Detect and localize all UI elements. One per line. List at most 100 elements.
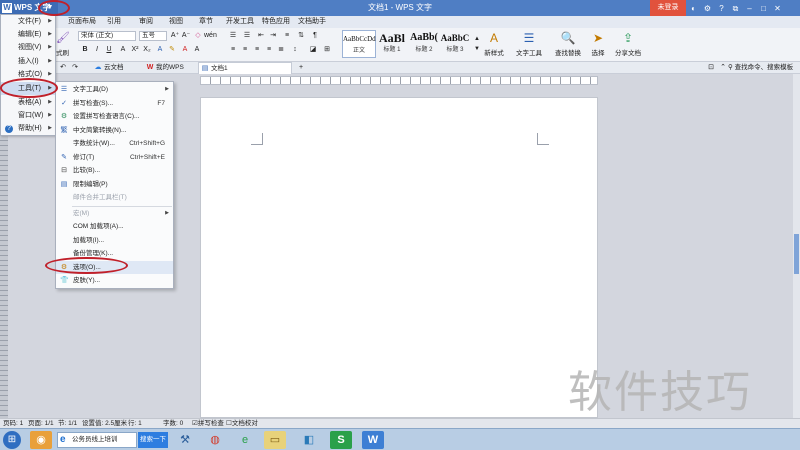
numbering-icon[interactable]: ☰ — [242, 31, 252, 41]
wps-sheet-icon[interactable]: S — [330, 431, 352, 449]
font-size-select[interactable]: 五号 — [139, 31, 167, 41]
shading-icon[interactable]: ◪ — [308, 45, 318, 55]
subscript-icon[interactable]: X₂ — [142, 45, 152, 55]
increase-indent-icon[interactable]: ⇥ — [268, 31, 278, 41]
menu-chinese-convert[interactable]: 繁中文简繁转换(N)... — [56, 124, 173, 137]
save-status-icon[interactable]: ⊡ — [706, 63, 716, 73]
format-painter-icon[interactable]: 🖌 — [56, 31, 70, 44]
tab-chapter[interactable]: 章节 — [192, 16, 220, 28]
collapse-ribbon-icon[interactable]: ⌃ — [718, 63, 728, 73]
share-doc-button[interactable]: ⇪ 分享文档 — [614, 31, 642, 57]
tool-app-icon[interactable]: ⚒ — [174, 431, 196, 449]
tab-page-layout[interactable]: 页面布局 — [64, 16, 100, 28]
italic-icon[interactable]: I — [92, 45, 102, 55]
text-effect-icon[interactable]: A — [155, 45, 165, 55]
select-button[interactable]: ➤ 选择 — [586, 31, 610, 57]
align-right-icon[interactable]: ≡ — [252, 45, 262, 55]
pinyin-icon[interactable]: wén — [204, 31, 217, 41]
sort-icon[interactable]: ⇅ — [296, 31, 306, 41]
tab-document1[interactable]: ▤ 文档1 — [198, 62, 292, 74]
tab-special-apps[interactable]: 特色应用 — [258, 16, 294, 28]
justify-icon[interactable]: ≡ — [264, 45, 274, 55]
text-tools-button[interactable]: ☰ 文字工具 — [512, 31, 546, 57]
scrollbar-thumb[interactable] — [794, 234, 799, 274]
menu-word-count[interactable]: 字数统计(W)... Ctrl+Shift+G — [56, 137, 173, 150]
folder-icon[interactable]: ▭ — [264, 431, 286, 449]
char-border-icon[interactable]: A — [192, 45, 202, 55]
font-name-select[interactable]: 宋体 (正文) — [78, 31, 136, 41]
undo-icon[interactable]: ↶ — [58, 63, 68, 73]
status-doc-check[interactable]: ☐文档校对 — [226, 419, 258, 428]
minimize-icon[interactable]: – — [744, 3, 755, 14]
style-heading-1[interactable]: AaBl 标题 1 — [376, 30, 408, 58]
style-heading-3[interactable]: AaBbC 标题 3 — [440, 30, 470, 58]
command-search[interactable]: ⚲ 查找命令、搜索模板 — [728, 63, 793, 73]
ie-green-icon[interactable]: e — [234, 431, 256, 449]
show-marks-icon[interactable]: ¶ — [310, 31, 320, 41]
tab-my-wps[interactable]: W 我的WPS — [144, 62, 196, 74]
login-button[interactable]: 未登录 — [650, 0, 686, 16]
new-style-button[interactable]: A 新样式 — [480, 31, 508, 57]
bullets-icon[interactable]: ☰ — [228, 31, 238, 41]
menu-window[interactable]: 窗口(W) ▶ — [1, 109, 55, 122]
menu-spell-language[interactable]: ⚙ 设置拼写检查语言(C)... — [56, 110, 173, 123]
media-app-icon[interactable]: ◉ — [30, 431, 52, 449]
menu-com-addins[interactable]: COM 加载项(A)... — [56, 220, 173, 233]
tab-doc-assistant[interactable]: 文档助手 — [294, 16, 330, 28]
menu-help[interactable]: ? 帮助(H) ▶ — [1, 122, 55, 135]
distribute-icon[interactable]: ≣ — [276, 45, 286, 55]
menu-view[interactable]: 视图(V) ▶ — [1, 41, 55, 54]
tab-developer[interactable]: 开发工具 — [222, 16, 258, 28]
tab-view[interactable]: 视图 — [162, 16, 190, 28]
settings-icon[interactable]: ⚙ — [702, 3, 713, 14]
menu-insert[interactable]: 插入(I) ▶ — [1, 55, 55, 68]
style-heading-2[interactable]: AaBb( 标题 2 — [408, 30, 440, 58]
horizontal-ruler[interactable] — [200, 76, 598, 85]
maximize-icon[interactable]: □ — [758, 3, 769, 14]
menu-text-tools[interactable]: ☰ 文字工具(D) ▶ — [56, 83, 173, 96]
help-icon[interactable]: ? — [716, 3, 727, 14]
menu-compare[interactable]: ⊟ 比较(B)... — [56, 164, 173, 177]
chrome-icon[interactable]: ◍ — [204, 431, 226, 449]
highlight-icon[interactable]: ✎ — [167, 45, 177, 55]
find-replace-button[interactable]: 🔍 查找替换 — [552, 31, 584, 57]
align-center-icon[interactable]: ≡ — [240, 45, 250, 55]
underline-icon[interactable]: U — [104, 45, 114, 55]
border-icon[interactable]: ⊞ — [322, 45, 332, 55]
menu-revise[interactable]: ✎ 修订(T) Ctrl+Shift+E — [56, 151, 173, 164]
status-spell-check[interactable]: ☑拼写检查 — [192, 419, 224, 428]
chinese-layout-icon[interactable]: ≡ — [282, 31, 292, 41]
ie-address-box[interactable]: e 公务员线上培训 — [57, 432, 137, 448]
tab-cloud-docs[interactable]: ☁ 云文档 — [92, 62, 142, 74]
menu-restrict-edit[interactable]: ▤ 限制编辑(P) — [56, 178, 173, 191]
superscript-icon[interactable]: X² — [130, 45, 140, 55]
tab-review[interactable]: 审阅 — [132, 16, 160, 28]
menu-edit[interactable]: 编辑(E) ▶ — [1, 28, 55, 41]
wps-writer-icon[interactable]: W — [362, 431, 384, 449]
menu-addins[interactable]: 加载项(I)... — [56, 234, 173, 247]
line-spacing-icon[interactable]: ↕ — [290, 45, 300, 55]
strikethrough-icon[interactable]: A — [118, 45, 128, 55]
new-tab-icon[interactable]: + — [296, 63, 306, 73]
bold-icon[interactable]: B — [80, 45, 90, 55]
menu-file[interactable]: 文件(F) ▶ — [1, 15, 55, 28]
menu-spell-check[interactable]: ✓ 拼写检查(S)... F7 — [56, 97, 173, 110]
restore-icon[interactable]: ⧉ — [730, 3, 741, 14]
tab-references[interactable]: 引用 — [100, 16, 128, 28]
search-button[interactable]: 搜索一下 — [138, 432, 168, 448]
vertical-scrollbar[interactable] — [793, 74, 800, 418]
align-left-icon[interactable]: ≡ — [228, 45, 238, 55]
start-button-icon[interactable]: ⊞ — [3, 431, 21, 449]
shrink-font-icon[interactable]: A⁻ — [181, 31, 191, 41]
clear-format-icon[interactable]: ◇ — [193, 31, 203, 41]
scanner-app-icon[interactable]: ◧ — [298, 431, 320, 449]
close-icon[interactable]: ✕ — [772, 3, 783, 14]
skin-icon[interactable]: ◐ — [688, 3, 699, 14]
format-painter-label[interactable]: 式刷 — [56, 47, 69, 57]
menu-skin[interactable]: 👕 皮肤(Y)... — [56, 274, 173, 287]
status-word-count[interactable]: 字数: 0 — [163, 419, 183, 428]
decrease-indent-icon[interactable]: ⇤ — [256, 31, 266, 41]
grow-font-icon[interactable]: A⁺ — [170, 31, 180, 41]
redo-icon[interactable]: ↷ — [70, 63, 80, 73]
font-color-icon[interactable]: A — [180, 45, 190, 55]
